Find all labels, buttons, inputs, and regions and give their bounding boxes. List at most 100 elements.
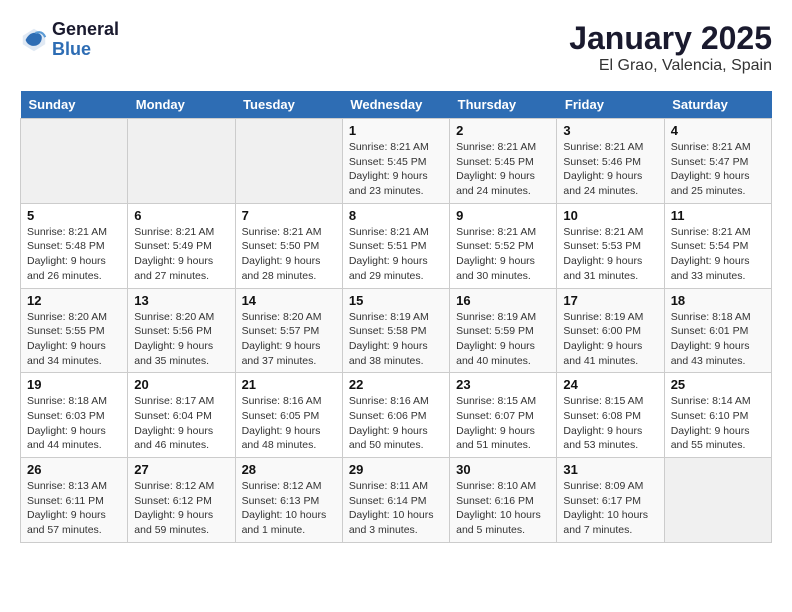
day-number: 13 <box>134 293 228 308</box>
calendar-cell <box>21 119 128 204</box>
calendar-cell: 16Sunrise: 8:19 AM Sunset: 5:59 PM Dayli… <box>450 288 557 373</box>
day-number: 17 <box>563 293 657 308</box>
day-number: 6 <box>134 208 228 223</box>
column-header-tuesday: Tuesday <box>235 91 342 119</box>
header: General Blue January 2025 El Grao, Valen… <box>20 20 772 75</box>
calendar-header-row: SundayMondayTuesdayWednesdayThursdayFrid… <box>21 91 772 119</box>
calendar-cell: 10 Sunrise: 8:21 AM Sunset: 5:53 PM Dayli… <box>557 203 664 288</box>
calendar-title: January 2025 <box>569 20 772 57</box>
calendar-week-4: 19Sunrise: 8:18 AM Sunset: 6:03 PM Dayli… <box>21 373 772 458</box>
day-number: 19 <box>27 377 121 392</box>
day-info: Sunrise: 8:15 AM Sunset: 6:07 PM Dayligh… <box>456 394 550 453</box>
calendar-cell: 18 Sunrise: 8:18 AM Sunset: 6:01 PM Dayli… <box>664 288 771 373</box>
day-info: Sunrise: 8:18 AM Sunset: 6:01 PM Dayligh… <box>671 310 765 369</box>
column-header-saturday: Saturday <box>664 91 771 119</box>
day-info: Sunrise: 8:21 AM Sunset: 5:47 PM Dayligh… <box>671 140 765 199</box>
day-info: Sunrise: 8:11 AM Sunset: 6:14 PM Dayligh… <box>349 479 443 538</box>
calendar-cell: 4 Sunrise: 8:21 AM Sunset: 5:47 PM Daylig… <box>664 119 771 204</box>
day-info: Sunrise: 8:09 AM Sunset: 6:17 PM Dayligh… <box>563 479 657 538</box>
day-number: 12 <box>27 293 121 308</box>
day-number: 16 <box>456 293 550 308</box>
day-number: 23 <box>456 377 550 392</box>
calendar-cell: 8Sunrise: 8:21 AM Sunset: 5:51 PM Daylig… <box>342 203 449 288</box>
day-info: Sunrise: 8:15 AM Sunset: 6:08 PM Dayligh… <box>563 394 657 453</box>
logo: General Blue <box>20 20 119 60</box>
day-info: Sunrise: 8:20 AM Sunset: 5:57 PM Dayligh… <box>242 310 336 369</box>
day-number: 3 <box>563 123 657 138</box>
day-number: 21 <box>242 377 336 392</box>
calendar-cell: 24 Sunrise: 8:15 AM Sunset: 6:08 PM Dayli… <box>557 373 664 458</box>
day-number: 30 <box>456 462 550 477</box>
calendar-cell: 28 Sunrise: 8:12 AM Sunset: 6:13 PM Dayli… <box>235 458 342 543</box>
calendar-cell: 21 Sunrise: 8:16 AM Sunset: 6:05 PM Dayli… <box>235 373 342 458</box>
day-info: Sunrise: 8:21 AM Sunset: 5:52 PM Dayligh… <box>456 225 550 284</box>
calendar-cell: 5 Sunrise: 8:21 AM Sunset: 5:48 PM Daylig… <box>21 203 128 288</box>
calendar-week-5: 26 Sunrise: 8:13 AM Sunset: 6:11 PM Dayli… <box>21 458 772 543</box>
day-info: Sunrise: 8:21 AM Sunset: 5:49 PM Dayligh… <box>134 225 228 284</box>
day-info: Sunrise: 8:13 AM Sunset: 6:11 PM Dayligh… <box>27 479 121 538</box>
day-number: 20 <box>134 377 228 392</box>
calendar-cell: 9Sunrise: 8:21 AM Sunset: 5:52 PM Daylig… <box>450 203 557 288</box>
day-info: Sunrise: 8:21 AM Sunset: 5:53 PM Dayligh… <box>563 225 657 284</box>
calendar-cell: 23 Sunrise: 8:15 AM Sunset: 6:07 PM Dayli… <box>450 373 557 458</box>
day-number: 7 <box>242 208 336 223</box>
column-header-sunday: Sunday <box>21 91 128 119</box>
logo-general: General <box>52 20 119 40</box>
column-header-wednesday: Wednesday <box>342 91 449 119</box>
calendar-cell <box>235 119 342 204</box>
calendar-cell: 25 Sunrise: 8:14 AM Sunset: 6:10 PM Dayli… <box>664 373 771 458</box>
day-info: Sunrise: 8:21 AM Sunset: 5:45 PM Dayligh… <box>456 140 550 199</box>
day-info: Sunrise: 8:14 AM Sunset: 6:10 PM Dayligh… <box>671 394 765 453</box>
day-info: Sunrise: 8:19 AM Sunset: 5:58 PM Dayligh… <box>349 310 443 369</box>
calendar-cell: 3 Sunrise: 8:21 AM Sunset: 5:46 PM Daylig… <box>557 119 664 204</box>
day-number: 28 <box>242 462 336 477</box>
calendar-cell: 13Sunrise: 8:20 AM Sunset: 5:56 PM Dayli… <box>128 288 235 373</box>
day-number: 8 <box>349 208 443 223</box>
calendar-cell: 7 Sunrise: 8:21 AM Sunset: 5:50 PM Daylig… <box>235 203 342 288</box>
day-info: Sunrise: 8:21 AM Sunset: 5:48 PM Dayligh… <box>27 225 121 284</box>
day-number: 25 <box>671 377 765 392</box>
calendar-table: SundayMondayTuesdayWednesdayThursdayFrid… <box>20 91 772 543</box>
calendar-cell: 31 Sunrise: 8:09 AM Sunset: 6:17 PM Dayli… <box>557 458 664 543</box>
calendar-week-2: 5 Sunrise: 8:21 AM Sunset: 5:48 PM Daylig… <box>21 203 772 288</box>
calendar-cell: 1Sunrise: 8:21 AM Sunset: 5:45 PM Daylig… <box>342 119 449 204</box>
day-info: Sunrise: 8:10 AM Sunset: 6:16 PM Dayligh… <box>456 479 550 538</box>
day-number: 1 <box>349 123 443 138</box>
day-number: 11 <box>671 208 765 223</box>
calendar-cell: 19Sunrise: 8:18 AM Sunset: 6:03 PM Dayli… <box>21 373 128 458</box>
calendar-body: 1 Sunrise: 8:21 AM Sunset: 5:45 PM Daylig… <box>21 119 772 543</box>
day-info: Sunrise: 8:16 AM Sunset: 6:05 PM Dayligh… <box>242 394 336 453</box>
calendar-cell: 29 Sunrise: 8:11 AM Sunset: 6:14 PM Dayli… <box>342 458 449 543</box>
logo-blue: Blue <box>52 40 119 60</box>
day-info: Sunrise: 8:12 AM Sunset: 6:13 PM Dayligh… <box>242 479 336 538</box>
day-number: 10 <box>563 208 657 223</box>
day-number: 22 <box>349 377 443 392</box>
day-info: Sunrise: 8:17 AM Sunset: 6:04 PM Dayligh… <box>134 394 228 453</box>
calendar-cell: 27Sunrise: 8:12 AM Sunset: 6:12 PM Dayli… <box>128 458 235 543</box>
calendar-cell: 11 Sunrise: 8:21 AM Sunset: 5:54 PM Dayli… <box>664 203 771 288</box>
day-number: 26 <box>27 462 121 477</box>
calendar-cell: 6 Sunrise: 8:21 AM Sunset: 5:49 PM Daylig… <box>128 203 235 288</box>
day-number: 29 <box>349 462 443 477</box>
day-info: Sunrise: 8:21 AM Sunset: 5:46 PM Dayligh… <box>563 140 657 199</box>
calendar-cell <box>664 458 771 543</box>
day-number: 2 <box>456 123 550 138</box>
day-number: 31 <box>563 462 657 477</box>
day-info: Sunrise: 8:16 AM Sunset: 6:06 PM Dayligh… <box>349 394 443 453</box>
calendar-cell: 30 Sunrise: 8:10 AM Sunset: 6:16 PM Dayli… <box>450 458 557 543</box>
day-info: Sunrise: 8:21 AM Sunset: 5:54 PM Dayligh… <box>671 225 765 284</box>
calendar-cell: 22 Sunrise: 8:16 AM Sunset: 6:06 PM Dayli… <box>342 373 449 458</box>
day-number: 4 <box>671 123 765 138</box>
day-number: 15 <box>349 293 443 308</box>
calendar-cell: 12 Sunrise: 8:20 AM Sunset: 5:55 PM Dayli… <box>21 288 128 373</box>
day-info: Sunrise: 8:21 AM Sunset: 5:50 PM Dayligh… <box>242 225 336 284</box>
day-info: Sunrise: 8:20 AM Sunset: 5:55 PM Dayligh… <box>27 310 121 369</box>
day-number: 24 <box>563 377 657 392</box>
day-number: 5 <box>27 208 121 223</box>
day-number: 18 <box>671 293 765 308</box>
calendar-week-3: 12 Sunrise: 8:20 AM Sunset: 5:55 PM Dayli… <box>21 288 772 373</box>
day-info: Sunrise: 8:12 AM Sunset: 6:12 PM Dayligh… <box>134 479 228 538</box>
column-header-monday: Monday <box>128 91 235 119</box>
calendar-cell: 2 Sunrise: 8:21 AM Sunset: 5:45 PM Daylig… <box>450 119 557 204</box>
calendar-cell: 15 Sunrise: 8:19 AM Sunset: 5:58 PM Dayli… <box>342 288 449 373</box>
